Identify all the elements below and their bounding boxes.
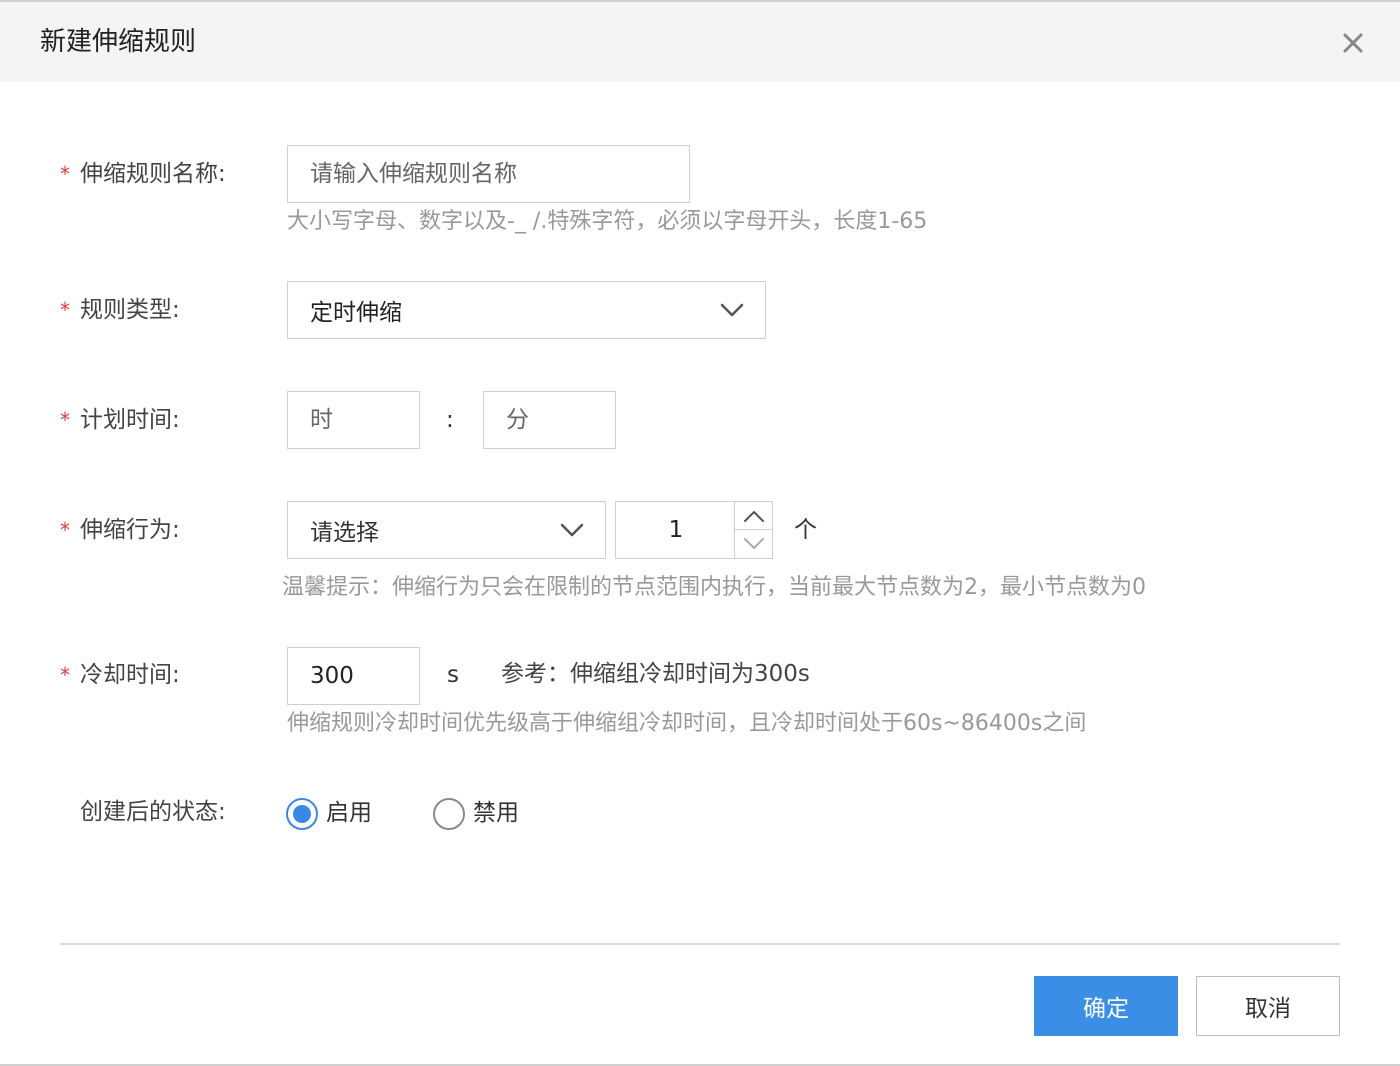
cancel-button[interactable]: 取消 bbox=[1196, 976, 1340, 1036]
rule-name-input[interactable] bbox=[288, 146, 689, 202]
rule-type-label: * 规则类型: bbox=[60, 294, 180, 326]
cooldown-unit: s bbox=[447, 662, 459, 688]
create-scaling-rule-dialog: 新建伸缩规则 * 伸缩规则名称: 大小写字母、数字以及-_ /.特殊字符，必须以字… bbox=[0, 0, 1400, 1066]
cooldown-hint: 伸缩规则冷却时间优先级高于伸缩组冷却时间，且冷却时间处于60s~86400s之间 bbox=[287, 711, 1087, 736]
rule-name-label: * 伸缩规则名称: bbox=[60, 158, 226, 190]
scale-action-select[interactable]: 请选择 bbox=[287, 501, 606, 559]
rule-type-select[interactable]: 定时伸缩 bbox=[287, 281, 766, 339]
status-label: 创建后的状态: bbox=[80, 799, 226, 825]
hour-field bbox=[287, 391, 420, 449]
rule-type-selected: 定时伸缩 bbox=[310, 300, 402, 326]
cooldown-input[interactable] bbox=[288, 648, 419, 704]
status-enable-radio[interactable] bbox=[286, 798, 318, 830]
chevron-down-icon bbox=[720, 303, 744, 317]
required-mark: * bbox=[60, 162, 70, 186]
increment-button[interactable] bbox=[735, 502, 772, 530]
status-disable-radio[interactable] bbox=[433, 798, 465, 830]
status-disable-label[interactable]: 禁用 bbox=[473, 797, 519, 829]
scale-action-label: * 伸缩行为: bbox=[60, 514, 180, 546]
dialog-title: 新建伸缩规则 bbox=[40, 27, 197, 57]
rule-name-label-text: 伸缩规则名称: bbox=[80, 161, 226, 187]
cooldown-label-text: 冷却时间: bbox=[80, 662, 180, 688]
close-button[interactable] bbox=[1336, 26, 1370, 60]
scale-action-placeholder: 请选择 bbox=[310, 520, 379, 546]
rule-name-field bbox=[287, 145, 690, 203]
rule-type-label-text: 规则类型: bbox=[80, 297, 180, 323]
required-mark: * bbox=[60, 298, 70, 322]
cooldown-reference: 参考：伸缩组冷却时间为300s bbox=[501, 661, 810, 687]
cooldown-label: * 冷却时间: bbox=[60, 659, 180, 691]
rule-name-hint: 大小写字母、数字以及-_ /.特殊字符，必须以字母开头，长度1-65 bbox=[287, 209, 928, 234]
scale-action-hint: 温馨提示：伸缩行为只会在限制的节点范围内执行，当前最大节点数为2，最小节点数为0 bbox=[282, 575, 1146, 600]
status-enable-label[interactable]: 启用 bbox=[326, 797, 372, 829]
required-mark: * bbox=[60, 663, 70, 687]
confirm-button[interactable]: 确定 bbox=[1034, 976, 1178, 1036]
hour-input[interactable] bbox=[288, 392, 419, 448]
plan-time-label-text: 计划时间: bbox=[80, 407, 180, 433]
chevron-up-icon bbox=[743, 510, 764, 522]
chevron-down-icon bbox=[743, 538, 764, 549]
dialog-header: 新建伸缩规则 bbox=[0, 2, 1400, 82]
minute-field bbox=[483, 391, 616, 449]
stepper-buttons bbox=[734, 502, 772, 558]
node-count-stepper[interactable]: 1 bbox=[615, 501, 773, 559]
scale-action-label-text: 伸缩行为: bbox=[80, 517, 180, 543]
minute-input[interactable] bbox=[484, 392, 615, 448]
required-mark: * bbox=[60, 518, 70, 542]
node-count-value[interactable]: 1 bbox=[616, 502, 736, 558]
footer-divider bbox=[60, 943, 1340, 945]
time-separator: : bbox=[446, 407, 454, 433]
required-mark: * bbox=[60, 408, 70, 432]
close-icon bbox=[1343, 33, 1363, 53]
decrement-button[interactable] bbox=[735, 530, 772, 558]
node-count-unit: 个 bbox=[794, 517, 817, 543]
plan-time-label: * 计划时间: bbox=[60, 404, 180, 436]
cooldown-field bbox=[287, 647, 420, 705]
chevron-down-icon bbox=[560, 523, 584, 537]
